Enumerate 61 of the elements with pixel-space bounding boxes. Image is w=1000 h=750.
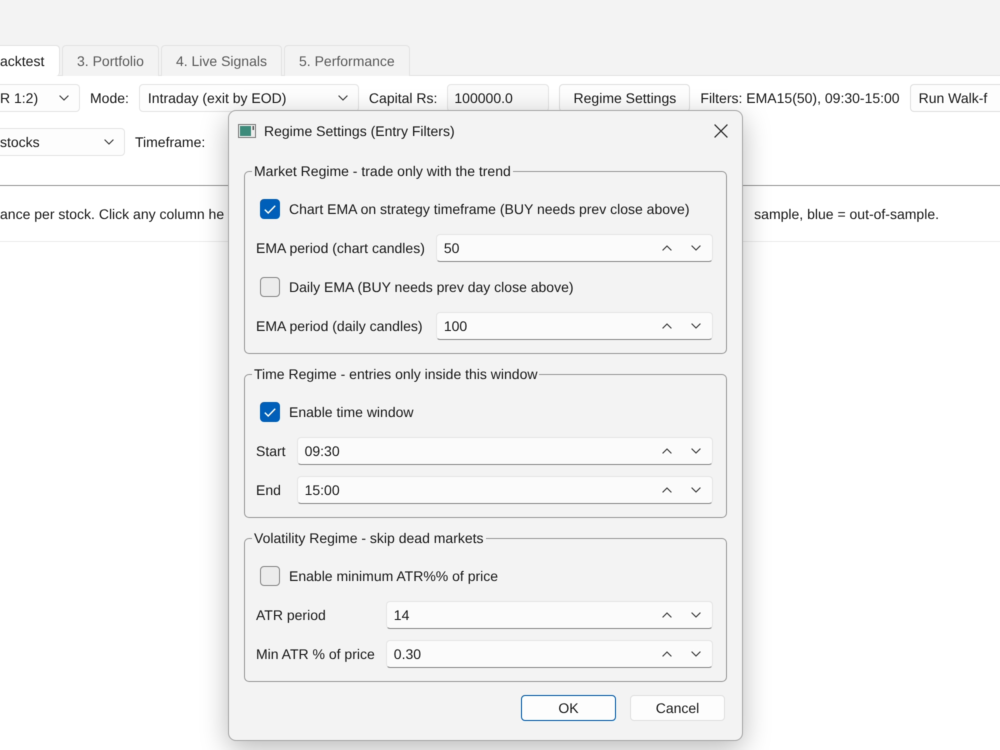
- dialog-button[interactable]: OK: [521, 695, 616, 721]
- checkbox[interactable]: [260, 566, 280, 586]
- checkmark-icon: [264, 204, 276, 214]
- field-label: EMA period (chart candles): [256, 240, 425, 256]
- field-label: End: [256, 482, 282, 498]
- dialog-button[interactable]: Cancel: [630, 695, 725, 721]
- tab[interactable]: 4. Live Signals: [160, 45, 282, 76]
- checkbox-label[interactable]: Enable minimum ATR%% of price: [289, 568, 498, 584]
- chevron-down-icon[interactable]: [691, 245, 701, 251]
- field-label: Mode:: [90, 90, 129, 106]
- field-label: Capital Rs:: [368, 90, 438, 106]
- dropdown[interactable]: R 1:2): [0, 84, 80, 112]
- checkbox-label[interactable]: Enable time window: [289, 404, 414, 420]
- chevron-up-icon[interactable]: [662, 487, 672, 493]
- spin-box[interactable]: 15:00: [296, 476, 713, 504]
- tab[interactable]: 3. Portfolio: [62, 45, 159, 76]
- group-title: Time Regime - entries only inside this window: [253, 366, 538, 382]
- chevron-up-icon[interactable]: [662, 448, 672, 454]
- chevron-down-icon[interactable]: [691, 612, 701, 618]
- checkbox[interactable]: [260, 199, 280, 219]
- chevron-down-icon: [104, 139, 114, 145]
- checkbox[interactable]: [260, 277, 280, 297]
- checkbox[interactable]: [260, 402, 280, 422]
- spin-box[interactable]: 0.30: [386, 640, 713, 668]
- spin-box[interactable]: 100: [436, 312, 713, 340]
- chevron-down-icon[interactable]: [691, 448, 701, 454]
- spin-box[interactable]: 14: [386, 601, 713, 629]
- checkmark-icon: [264, 408, 276, 416]
- text-field[interactable]: 100000.0: [447, 84, 550, 112]
- checkbox-label[interactable]: Daily EMA (BUY needs prev day close above): [289, 279, 574, 295]
- chevron-down-icon: [338, 95, 348, 101]
- field-label: ATR period: [256, 607, 327, 623]
- dropdown[interactable]: Intraday (exit by EOD): [138, 84, 359, 112]
- window-icon: [238, 124, 256, 138]
- chevron-up-icon[interactable]: [662, 245, 672, 251]
- spin-box[interactable]: 09:30: [296, 437, 713, 465]
- chevron-down-icon: [59, 95, 69, 101]
- field-label: EMA period (daily candles): [256, 318, 424, 334]
- tab[interactable]: 5. Performance: [284, 45, 410, 76]
- chevron-up-icon[interactable]: [662, 612, 672, 618]
- checkbox-label[interactable]: Chart EMA on strategy timeframe (BUY needs prev close above): [289, 201, 690, 217]
- chevron-up-icon[interactable]: [662, 651, 672, 657]
- chevron-down-icon[interactable]: [691, 651, 701, 657]
- hint-text: sample, blue = out-of-sample.: [754, 206, 939, 222]
- spin-box[interactable]: 50: [436, 234, 713, 262]
- dropdown[interactable]: stocks: [0, 128, 125, 156]
- field-label: Filters: EMA15(50), 09:30-15:00: [700, 90, 900, 106]
- group-title: Market Regime - trade only with the trend: [253, 163, 512, 179]
- chevron-down-icon[interactable]: [691, 323, 701, 329]
- group-title: Volatility Regime - skip dead markets: [253, 530, 485, 546]
- hint-text: ance per stock. Click any column he: [0, 206, 224, 222]
- chevron-up-icon[interactable]: [662, 323, 672, 329]
- dialog-title: Regime Settings (Entry Filters): [264, 123, 456, 139]
- field-label: Start: [256, 443, 286, 459]
- chevron-down-icon[interactable]: [691, 487, 701, 493]
- field-label: Min ATR % of price: [256, 646, 375, 662]
- field-label: Timeframe:: [135, 134, 206, 150]
- push-button[interactable]: Regime Settings: [559, 84, 690, 112]
- push-button[interactable]: Run Walk-f: [910, 84, 1000, 112]
- close-icon[interactable]: [714, 124, 728, 138]
- tab[interactable]: acktest: [0, 45, 60, 76]
